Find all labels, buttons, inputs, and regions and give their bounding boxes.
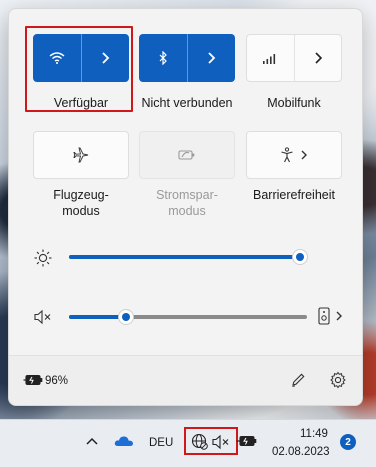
volume-slider-thumb[interactable]	[118, 309, 134, 325]
airplane-label-line2: modus	[62, 204, 100, 218]
accessibility-icon	[280, 147, 294, 163]
cellular-tile[interactable]	[246, 34, 342, 82]
speaker-muted-icon	[34, 309, 52, 325]
battery-percentage: 96%	[45, 375, 69, 387]
cellular-expand-button[interactable]	[293, 35, 342, 81]
language-indicator[interactable]: DEU	[149, 437, 173, 449]
panel-footer: 96%	[9, 355, 362, 405]
chevron-up-icon[interactable]	[86, 437, 98, 445]
brightness-slider-fill	[69, 255, 300, 259]
bluetooth-expand-button[interactable]	[186, 34, 236, 82]
network-globe-icon[interactable]	[191, 433, 209, 451]
volume-slider[interactable]	[69, 309, 307, 325]
chevron-right-icon[interactable]	[335, 311, 343, 321]
battery-saver-label: Stromspar- modus	[127, 187, 247, 219]
chevron-right-icon	[313, 52, 323, 64]
bluetooth-tile[interactable]	[139, 34, 235, 82]
cellular-label: Mobilfunk	[267, 96, 321, 110]
taskbar: DEU 11:49 02.08.2023 2	[0, 419, 376, 467]
airplane-mode-tile[interactable]	[33, 131, 129, 179]
airplane-icon	[73, 147, 89, 163]
battery-saver-icon	[178, 149, 196, 161]
airplane-label-line1: Flugzeug-	[53, 188, 109, 202]
accessibility-tile[interactable]	[246, 131, 342, 179]
brightness-slider[interactable]	[69, 249, 308, 265]
brightness-icon	[34, 249, 52, 267]
notification-badge[interactable]: 2	[340, 434, 356, 450]
clock-date[interactable]: 02.08.2023	[272, 446, 330, 458]
wifi-tile-highlight	[25, 26, 133, 112]
airplane-mode-label: Flugzeug- modus	[21, 187, 141, 219]
chevron-right-icon	[300, 150, 308, 160]
pencil-icon[interactable]	[290, 372, 306, 388]
brightness-slider-thumb[interactable]	[292, 249, 308, 265]
battery-charging-icon[interactable]	[23, 374, 43, 386]
speaker-muted-icon[interactable]	[212, 434, 230, 450]
gear-icon[interactable]	[329, 371, 347, 389]
chevron-right-icon	[206, 52, 216, 64]
battery-saver-label-line1: Stromspar-	[156, 188, 218, 202]
battery-icon[interactable]	[236, 435, 258, 447]
bluetooth-icon	[158, 51, 168, 65]
accessibility-label: Barrierefreiheit	[253, 188, 335, 202]
bluetooth-toggle[interactable]	[139, 34, 187, 82]
bluetooth-label: Nicht verbunden	[141, 96, 233, 110]
speaker-device-icon[interactable]	[318, 307, 330, 325]
onedrive-cloud-icon[interactable]	[114, 434, 134, 448]
cellular-signal-icon	[262, 52, 278, 64]
battery-saver-tile	[139, 131, 235, 179]
clock-time[interactable]: 11:49	[300, 428, 328, 440]
battery-saver-label-line2: modus	[168, 204, 206, 218]
cellular-toggle[interactable]	[247, 35, 294, 81]
